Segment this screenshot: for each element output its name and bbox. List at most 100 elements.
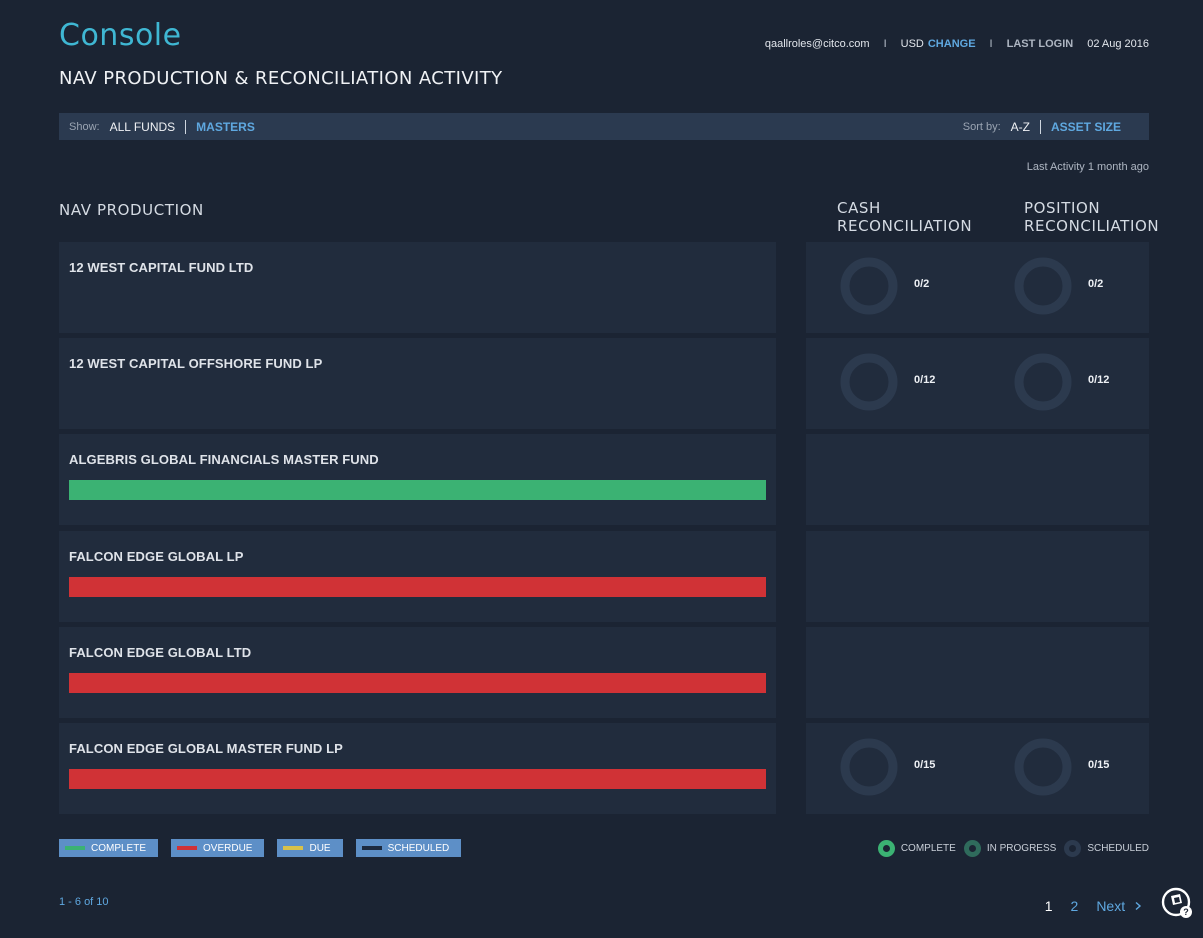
legend-label: SCHEDULED <box>1087 843 1149 854</box>
nav-production-card[interactable]: ALGEBRIS GLOBAL FINANCIALS MASTER FUND <box>59 434 776 525</box>
fund-name[interactable]: FALCON EDGE GLOBAL LTD <box>69 645 251 660</box>
cash-reconciliation-count: 0/2 <box>914 278 930 290</box>
donut-track <box>1014 353 1072 411</box>
fund-row[interactable]: FALCON EDGE GLOBAL LP <box>59 531 1149 622</box>
cash-reconciliation-donut[interactable] <box>838 255 900 317</box>
legend-label: OVERDUE <box>203 842 253 854</box>
sort-a-z[interactable]: A-Z <box>1011 119 1041 134</box>
complete-swatch <box>65 846 85 850</box>
legend-scheduled: SCHEDULED <box>355 839 462 857</box>
nav-status-bar-overdue[interactable] <box>69 673 766 693</box>
legend-complete: COMPLETE <box>59 839 159 857</box>
nav-production-card[interactable]: 12 WEST CAPITAL FUND LTD <box>59 242 776 333</box>
chevron-right-icon <box>1135 901 1142 911</box>
donut-track <box>1014 738 1072 796</box>
legend-due: DUE <box>277 839 343 857</box>
legend-label: COMPLETE <box>900 843 956 854</box>
help-icon[interactable]: ? <box>1160 886 1194 920</box>
cash-reconciliation-donut[interactable] <box>838 736 900 798</box>
sort-label: Sort by: <box>962 120 1001 133</box>
donut-track <box>840 257 898 315</box>
reconciliation-card <box>806 434 1149 525</box>
last-activity: Last Activity 1 month ago <box>1026 161 1149 173</box>
fund-row[interactable]: 12 WEST CAPITAL FUND LTD 0/2 0/2 <box>59 242 1149 333</box>
next-label: Next <box>1096 898 1126 914</box>
separator: I <box>989 38 993 50</box>
recon-status-legend: COMPLETE IN PROGRESS SCHEDULED <box>870 840 1149 857</box>
heading-line: RECONCILIATION <box>837 217 973 235</box>
overdue-swatch <box>177 846 198 850</box>
show-label: Show: <box>69 120 100 133</box>
fund-name[interactable]: FALCON EDGE GLOBAL MASTER FUND LP <box>69 741 343 756</box>
legend-in-progress-donut: IN PROGRESS <box>963 840 1056 857</box>
last-login-date: 02 Aug 2016 <box>1087 38 1149 50</box>
position-reconciliation-heading: POSITION RECONCILIATION <box>1024 199 1159 235</box>
page-1-link[interactable]: 1 <box>1045 898 1053 914</box>
sort-group: Sort by: A-Z ASSET SIZE <box>953 119 1121 134</box>
filter-all-funds[interactable]: ALL FUNDS <box>110 119 187 134</box>
scheduled-dot-icon <box>1064 840 1082 857</box>
fund-row[interactable]: ALGEBRIS GLOBAL FINANCIALS MASTER FUND <box>59 434 1149 525</box>
page-2-link[interactable]: 2 <box>1071 898 1079 914</box>
nav-status-legend: COMPLETE OVERDUE DUE SCHEDULED <box>59 839 462 857</box>
filter-bar: Show: ALL FUNDS MASTERS Sort by: A-Z ASS… <box>59 113 1149 140</box>
cash-reconciliation-count: 0/12 <box>914 374 936 386</box>
filter-masters[interactable]: MASTERS <box>196 120 255 134</box>
separator: I <box>883 38 887 50</box>
due-swatch <box>283 846 304 850</box>
pagination: 1 2 Next <box>1045 898 1143 914</box>
nav-status-bar-complete[interactable] <box>69 480 766 500</box>
reconciliation-card <box>806 627 1149 718</box>
nav-production-card[interactable]: FALCON EDGE GLOBAL LTD <box>59 627 776 718</box>
scheduled-swatch <box>361 846 382 850</box>
nav-production-heading: NAV PRODUCTION <box>59 201 204 219</box>
fund-row[interactable]: 12 WEST CAPITAL OFFSHORE FUND LP 0/12 0/12 <box>59 338 1149 429</box>
position-reconciliation-donut[interactable] <box>1012 255 1074 317</box>
reconciliation-card: 0/15 0/15 <box>806 723 1149 814</box>
last-login-label: LAST LOGIN <box>1006 38 1074 50</box>
cash-reconciliation-donut[interactable] <box>838 351 900 413</box>
position-reconciliation-count: 0/2 <box>1088 278 1104 290</box>
donut-track <box>1014 257 1072 315</box>
position-reconciliation-count: 0/15 <box>1088 759 1110 771</box>
position-reconciliation-donut[interactable] <box>1012 351 1074 413</box>
fund-name[interactable]: 12 WEST CAPITAL OFFSHORE FUND LP <box>69 356 322 371</box>
page-title: NAV PRODUCTION & RECONCILIATION ACTIVITY <box>59 68 503 89</box>
nav-status-bar-overdue[interactable] <box>69 769 766 789</box>
next-page-button[interactable]: Next <box>1096 898 1143 914</box>
nav-status-bar-overdue[interactable] <box>69 577 766 597</box>
fund-name[interactable]: ALGEBRIS GLOBAL FINANCIALS MASTER FUND <box>69 452 379 467</box>
sort-asset-size[interactable]: ASSET SIZE <box>1051 120 1121 134</box>
legend-label: SCHEDULED <box>387 842 450 854</box>
legend-overdue: OVERDUE <box>171 839 265 857</box>
reconciliation-card <box>806 531 1149 622</box>
nav-production-card[interactable]: FALCON EDGE GLOBAL LP <box>59 531 776 622</box>
legend-label: DUE <box>309 842 331 854</box>
app-title: Console <box>59 18 182 53</box>
cash-reconciliation-heading: CASH RECONCILIATION <box>837 199 972 235</box>
change-currency-link[interactable]: CHANGE <box>928 38 976 50</box>
legend-label: COMPLETE <box>91 842 147 854</box>
nav-production-card[interactable]: FALCON EDGE GLOBAL MASTER FUND LP <box>59 723 776 814</box>
cash-reconciliation-count: 0/15 <box>914 759 936 771</box>
heading-line: CASH <box>837 199 881 217</box>
nav-production-card[interactable]: 12 WEST CAPITAL OFFSHORE FUND LP <box>59 338 776 429</box>
in-progress-dot-icon <box>963 840 981 857</box>
donut-track <box>840 353 898 411</box>
fund-name[interactable]: FALCON EDGE GLOBAL LP <box>69 549 243 564</box>
fund-name[interactable]: 12 WEST CAPITAL FUND LTD <box>69 260 253 275</box>
fund-row[interactable]: FALCON EDGE GLOBAL LTD <box>59 627 1149 718</box>
donut-track <box>840 738 898 796</box>
position-reconciliation-donut[interactable] <box>1012 736 1074 798</box>
heading-line: POSITION <box>1024 199 1101 217</box>
legend-complete-donut: COMPLETE <box>877 840 956 857</box>
fund-row[interactable]: FALCON EDGE GLOBAL MASTER FUND LP 0/15 0/1… <box>59 723 1149 814</box>
user-email[interactable]: qaallroles@citco.com <box>765 38 870 50</box>
legend-scheduled-donut: SCHEDULED <box>1064 840 1149 857</box>
reconciliation-card: 0/12 0/12 <box>806 338 1149 429</box>
user-bar: qaallroles@citco.com I USD CHANGE I LAST… <box>765 38 1149 50</box>
svg-text:?: ? <box>1183 907 1189 917</box>
currency-value: USD <box>900 38 924 50</box>
paging-info: 1 - 6 of 10 <box>59 896 109 908</box>
reconciliation-card: 0/2 0/2 <box>806 242 1149 333</box>
